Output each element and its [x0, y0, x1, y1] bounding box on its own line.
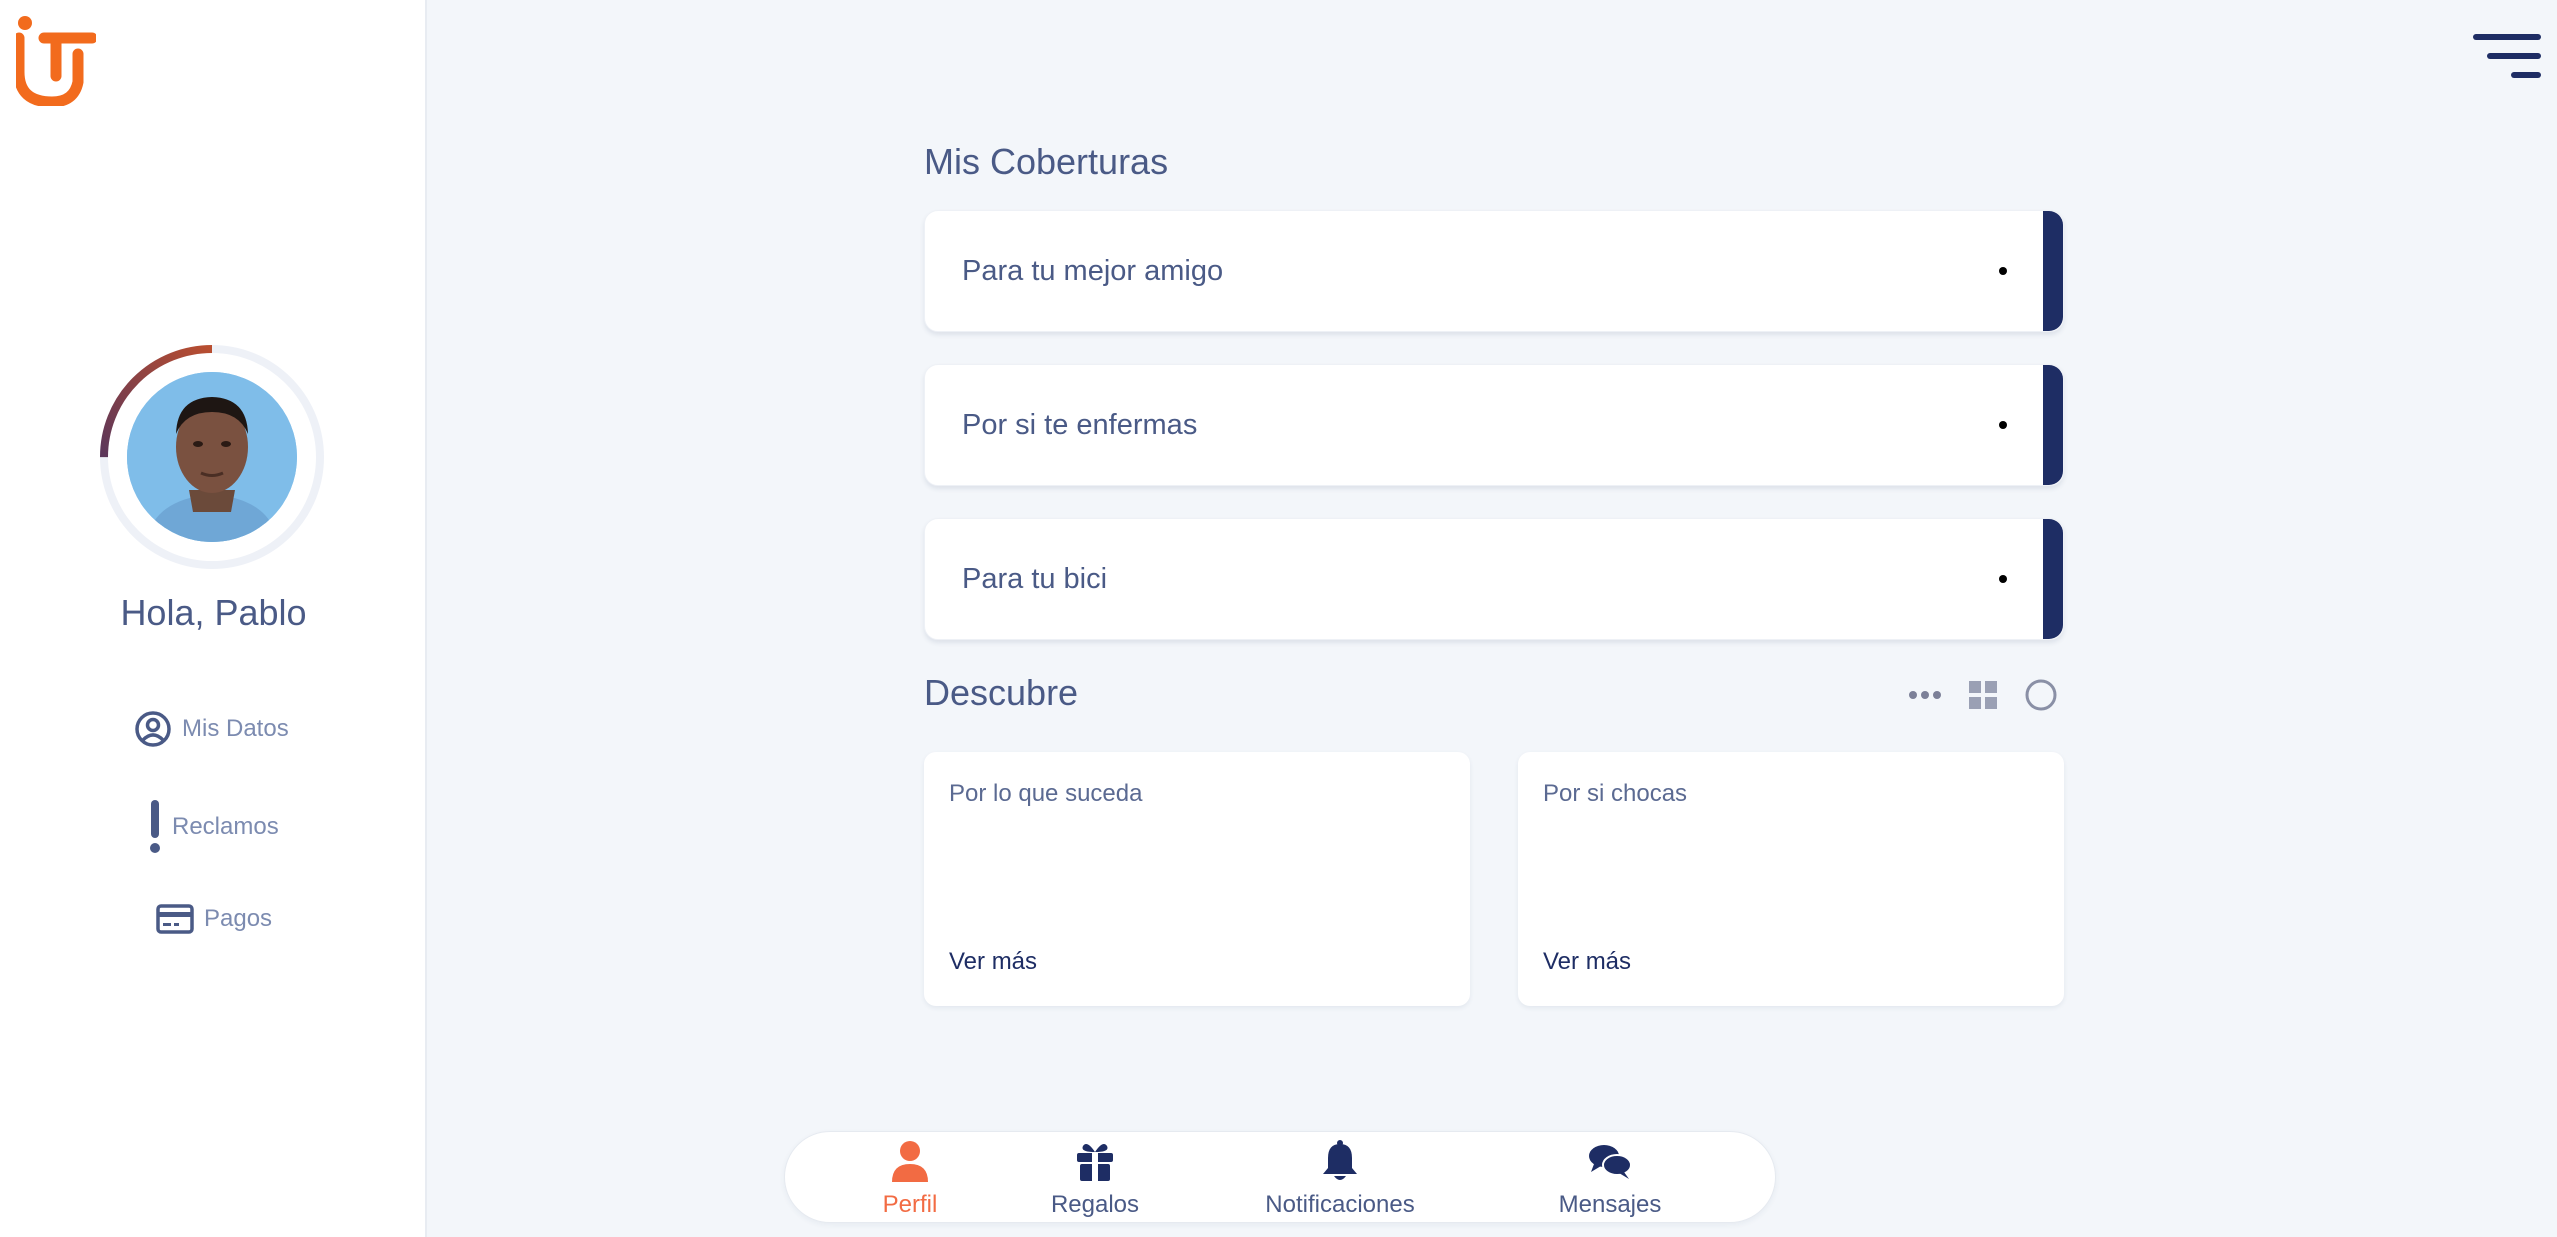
- sidebar: Hola, Pablo Mis Datos Reclamos Pagos: [0, 0, 427, 1237]
- hamburger-menu-icon[interactable]: [2471, 32, 2543, 82]
- coberturas-title: Mis Coberturas: [924, 141, 1169, 182]
- ver-mas-link[interactable]: Ver más: [949, 948, 1037, 976]
- nav-mensajes[interactable]: Mensajes: [1545, 1140, 1675, 1219]
- user-circle-icon: [134, 710, 172, 748]
- bell-icon: [1320, 1140, 1360, 1187]
- discover-card[interactable]: Por si chocas Ver más: [1518, 752, 2064, 1006]
- coverage-label: Para tu bici: [962, 562, 1108, 595]
- sidebar-item-mis-datos[interactable]: Mis Datos: [134, 710, 289, 748]
- coverage-label: Para tu mejor amigo: [962, 254, 1224, 287]
- circle-icon[interactable]: [2024, 678, 2058, 712]
- card-title: Por si chocas: [1543, 780, 1688, 807]
- greeting: Hola, Pablo: [120, 592, 307, 633]
- sidebar-item-label: Pagos: [204, 905, 273, 932]
- coverage-accent-bar: [2043, 211, 2063, 331]
- card-title: Por lo que suceda: [949, 780, 1143, 807]
- view-toggle: [1908, 678, 2058, 712]
- sidebar-item-label: Mis Datos: [182, 715, 289, 742]
- nav-label: Perfil: [882, 1191, 938, 1218]
- gift-icon: [1075, 1140, 1115, 1187]
- dot-icon: [1999, 267, 2007, 275]
- bottom-nav: Perfil Regalos Notificaciones Mensajes: [784, 1131, 1776, 1223]
- grid-icon[interactable]: [1968, 680, 1998, 710]
- sidebar-item-reclamos[interactable]: Reclamos: [148, 800, 279, 854]
- nav-label: Mensajes: [1558, 1191, 1662, 1218]
- coverage-item[interactable]: Por si te enfermas: [924, 364, 2064, 486]
- coverage-item[interactable]: Para tu bici: [924, 518, 2064, 640]
- dot-icon: [1999, 421, 2007, 429]
- coverage-accent-bar: [2043, 365, 2063, 485]
- brand-logo[interactable]: [16, 14, 96, 106]
- nav-label: Notificaciones: [1265, 1191, 1415, 1218]
- nav-label: Regalos: [1050, 1191, 1140, 1218]
- nav-regalos[interactable]: Regalos: [1030, 1140, 1160, 1219]
- coverage-accent-bar: [2043, 519, 2063, 639]
- exclamation-icon: [148, 800, 162, 854]
- nav-perfil[interactable]: Perfil: [855, 1140, 965, 1219]
- more-dots-icon[interactable]: [1908, 690, 1942, 700]
- profile-avatar[interactable]: [97, 342, 327, 572]
- chat-icon: [1588, 1140, 1632, 1187]
- coverage-item[interactable]: Para tu mejor amigo: [924, 210, 2064, 332]
- sidebar-item-pagos[interactable]: Pagos: [156, 904, 272, 934]
- nav-notificaciones[interactable]: Notificaciones: [1255, 1140, 1425, 1219]
- coverage-label: Por si te enfermas: [962, 408, 1198, 441]
- descubre-title: Descubre: [924, 672, 1079, 713]
- person-icon: [890, 1140, 930, 1187]
- discover-card[interactable]: Por lo que suceda Ver más: [924, 752, 1470, 1006]
- credit-card-icon: [156, 904, 194, 934]
- ver-mas-link[interactable]: Ver más: [1543, 948, 1631, 976]
- sidebar-item-label: Reclamos: [172, 813, 279, 840]
- dot-icon: [1999, 575, 2007, 583]
- avatar: [127, 372, 297, 542]
